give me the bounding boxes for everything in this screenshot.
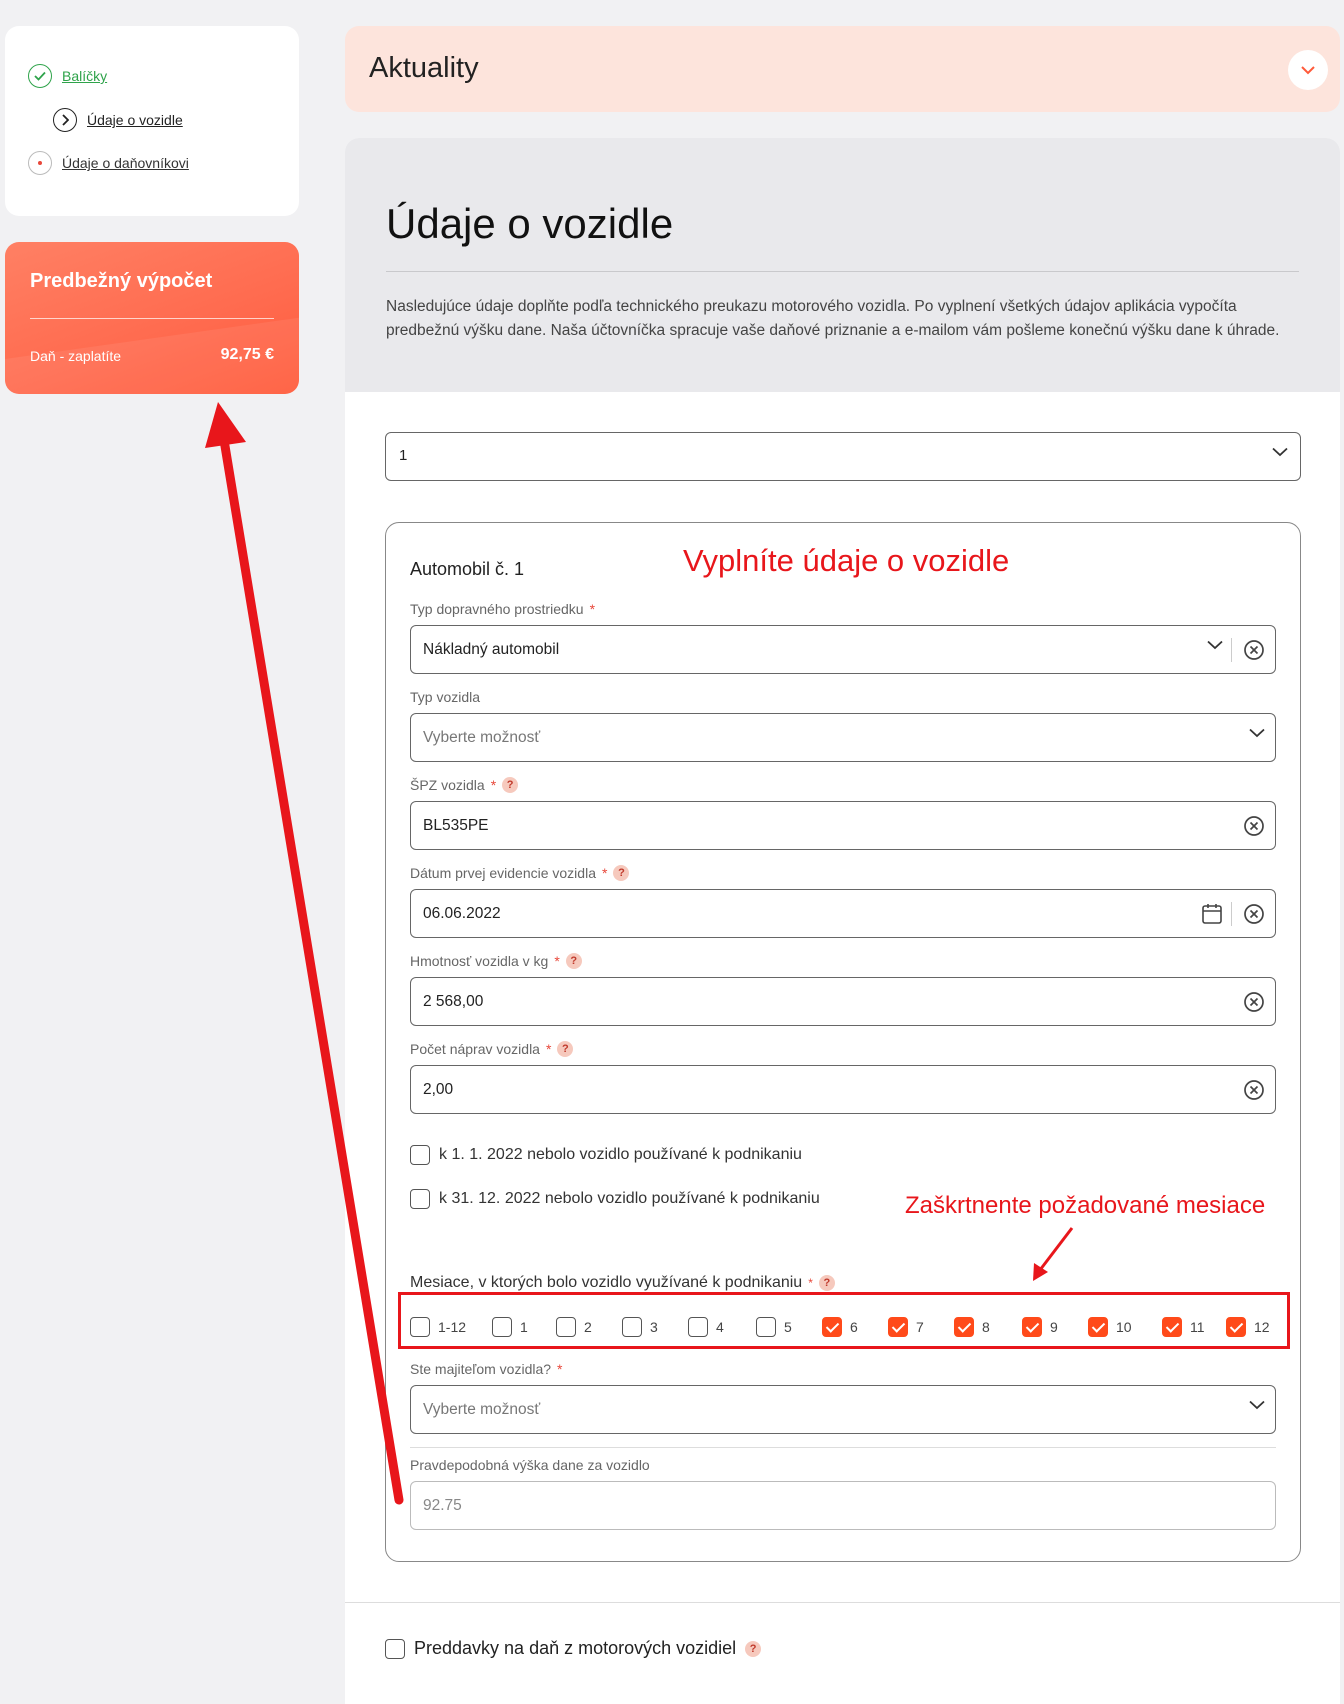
page-title: Údaje o vozidle xyxy=(386,200,674,247)
estimated-tax-label: Pravdepodobná výška dane za vozidlo xyxy=(410,1457,650,1473)
help-icon[interactable]: ? xyxy=(745,1640,762,1657)
news-title: Aktuality xyxy=(369,52,479,84)
vehicle-type-select[interactable]: Vyberte možnosť xyxy=(410,713,1276,762)
plate-value: BL535PE xyxy=(423,817,489,834)
registration-date-value: 06.06.2022 xyxy=(423,905,501,922)
form-header: Údaje o vozidle Nasledujúce údaje doplňt… xyxy=(345,138,1340,392)
expand-news-button[interactable] xyxy=(1288,50,1328,90)
step-taxpayer-info[interactable]: Údaje o daňovníkovi xyxy=(28,151,189,175)
advance-payments-checkbox[interactable]: Preddavky na daň z motorových vozidiel ? xyxy=(385,1638,762,1659)
calc-title: Predbežný výpočet xyxy=(30,270,213,292)
axles-label: Počet náprav vozidla * ? xyxy=(410,1041,574,1057)
help-icon[interactable]: ? xyxy=(565,953,582,969)
checkbox[interactable] xyxy=(410,1189,430,1209)
step-label: Balíčky xyxy=(62,68,108,84)
chevron-down-icon xyxy=(1272,447,1288,457)
transport-type-label: Typ dopravného prostriedku * xyxy=(410,601,596,617)
checkbox[interactable] xyxy=(385,1638,405,1659)
chevron-down-icon xyxy=(1301,65,1315,74)
clear-icon[interactable] xyxy=(1243,1079,1265,1101)
weight-value: 2 568,00 xyxy=(423,993,484,1010)
registration-date-input[interactable]: 06.06.2022 xyxy=(410,889,1276,938)
checkbox[interactable] xyxy=(410,1145,430,1165)
vehicle-type-placeholder: Vyberte možnosť xyxy=(423,729,541,746)
plate-label: ŠPZ vozidla * ? xyxy=(410,777,519,793)
transport-type-value: Nákladný automobil xyxy=(423,641,560,658)
check-circle-icon xyxy=(28,64,52,88)
owner-placeholder: Vyberte možnosť xyxy=(423,1401,541,1418)
help-icon[interactable]: ? xyxy=(502,777,519,793)
registration-date-label: Dátum prvej evidencie vozidla * ? xyxy=(410,865,630,881)
news-panel: Aktuality xyxy=(345,26,1340,112)
vehicle-count-value: 1 xyxy=(399,447,408,464)
weight-input[interactable]: 2 568,00 xyxy=(410,977,1276,1026)
owner-select[interactable]: Vyberte možnosť xyxy=(410,1385,1276,1434)
step-label: Údaje o daňovníkovi xyxy=(62,155,189,171)
axles-value: 2,00 xyxy=(423,1081,454,1098)
divider xyxy=(386,271,1299,272)
annotation-check-months: Zaškrtnente požadované mesiace xyxy=(905,1192,1266,1219)
vehicle-form-card: Údaje o vozidle Nasledujúce údaje doplňt… xyxy=(345,138,1340,1704)
chevron-down-icon xyxy=(1207,640,1223,650)
help-icon[interactable]: ? xyxy=(613,865,630,881)
vehicle-count-select[interactable]: 1 xyxy=(385,432,1301,481)
chevron-down-icon xyxy=(1249,1400,1265,1410)
chevron-right-icon xyxy=(53,108,77,132)
owner-label: Ste majiteľom vozidla? * xyxy=(410,1361,563,1377)
progress-steps: Balíčky Údaje o vozidle Údaje o daňovník… xyxy=(5,26,299,216)
checkbox-label: k 1. 1. 2022 nebolo vozidlo používané k … xyxy=(439,1146,802,1163)
vehicle-title: Automobil č. 1 xyxy=(410,559,525,579)
description: Nasledujúce údaje doplňte podľa technick… xyxy=(386,298,1280,339)
tax-value: 92,75 € xyxy=(220,346,274,363)
clear-icon[interactable] xyxy=(1243,903,1265,925)
chevron-down-icon xyxy=(1249,728,1265,738)
vehicle-type-label: Typ vozidla xyxy=(410,689,481,705)
help-icon[interactable]: ? xyxy=(557,1041,574,1057)
divider xyxy=(345,1602,1340,1603)
step-packages[interactable]: Balíčky xyxy=(28,64,107,88)
vehicle-section: Automobil č. 1 Typ dopravného prostriedk… xyxy=(385,522,1301,1562)
preliminary-calculation-card: Predbežný výpočet Daň - zaplatíte 92,75 … xyxy=(5,242,299,394)
transport-type-select[interactable]: Nákladný automobil xyxy=(410,625,1276,674)
step-label: Údaje o vozidle xyxy=(87,112,183,128)
plate-input[interactable]: BL535PE xyxy=(410,801,1276,850)
checkbox-label: k 31. 12. 2022 nebolo vozidlo používané … xyxy=(439,1190,820,1207)
axles-input[interactable]: 2,00 xyxy=(410,1065,1276,1114)
tax-label: Daň - zaplatíte xyxy=(30,348,122,364)
estimated-tax-field: 92.75 xyxy=(410,1481,1276,1530)
not-used-start-of-year-checkbox[interactable]: k 1. 1. 2022 nebolo vozidlo používané k … xyxy=(410,1145,802,1165)
not-used-end-of-year-checkbox[interactable]: k 31. 12. 2022 nebolo vozidlo používané … xyxy=(410,1189,820,1209)
calendar-icon[interactable] xyxy=(1201,902,1223,926)
advance-label: Preddavky na daň z motorových vozidiel xyxy=(414,1638,737,1658)
step-vehicle-info[interactable]: Údaje o vozidle xyxy=(53,108,183,132)
annotation-highlight-box xyxy=(398,1292,1290,1349)
help-icon[interactable]: ? xyxy=(818,1275,835,1291)
weight-label: Hmotnosť vozidla v kg * ? xyxy=(410,953,582,969)
divider xyxy=(30,318,274,319)
estimated-tax-value: 92.75 xyxy=(423,1497,462,1514)
annotation-fill-vehicle: Vyplníte údaje o vozidle xyxy=(683,543,1010,578)
months-label: Mesiace, v ktorých bolo vozidlo využívan… xyxy=(410,1274,835,1292)
clear-icon[interactable] xyxy=(1243,815,1265,837)
clear-icon[interactable] xyxy=(1243,991,1265,1013)
pending-dot-icon xyxy=(28,151,52,175)
clear-icon[interactable] xyxy=(1243,639,1265,661)
